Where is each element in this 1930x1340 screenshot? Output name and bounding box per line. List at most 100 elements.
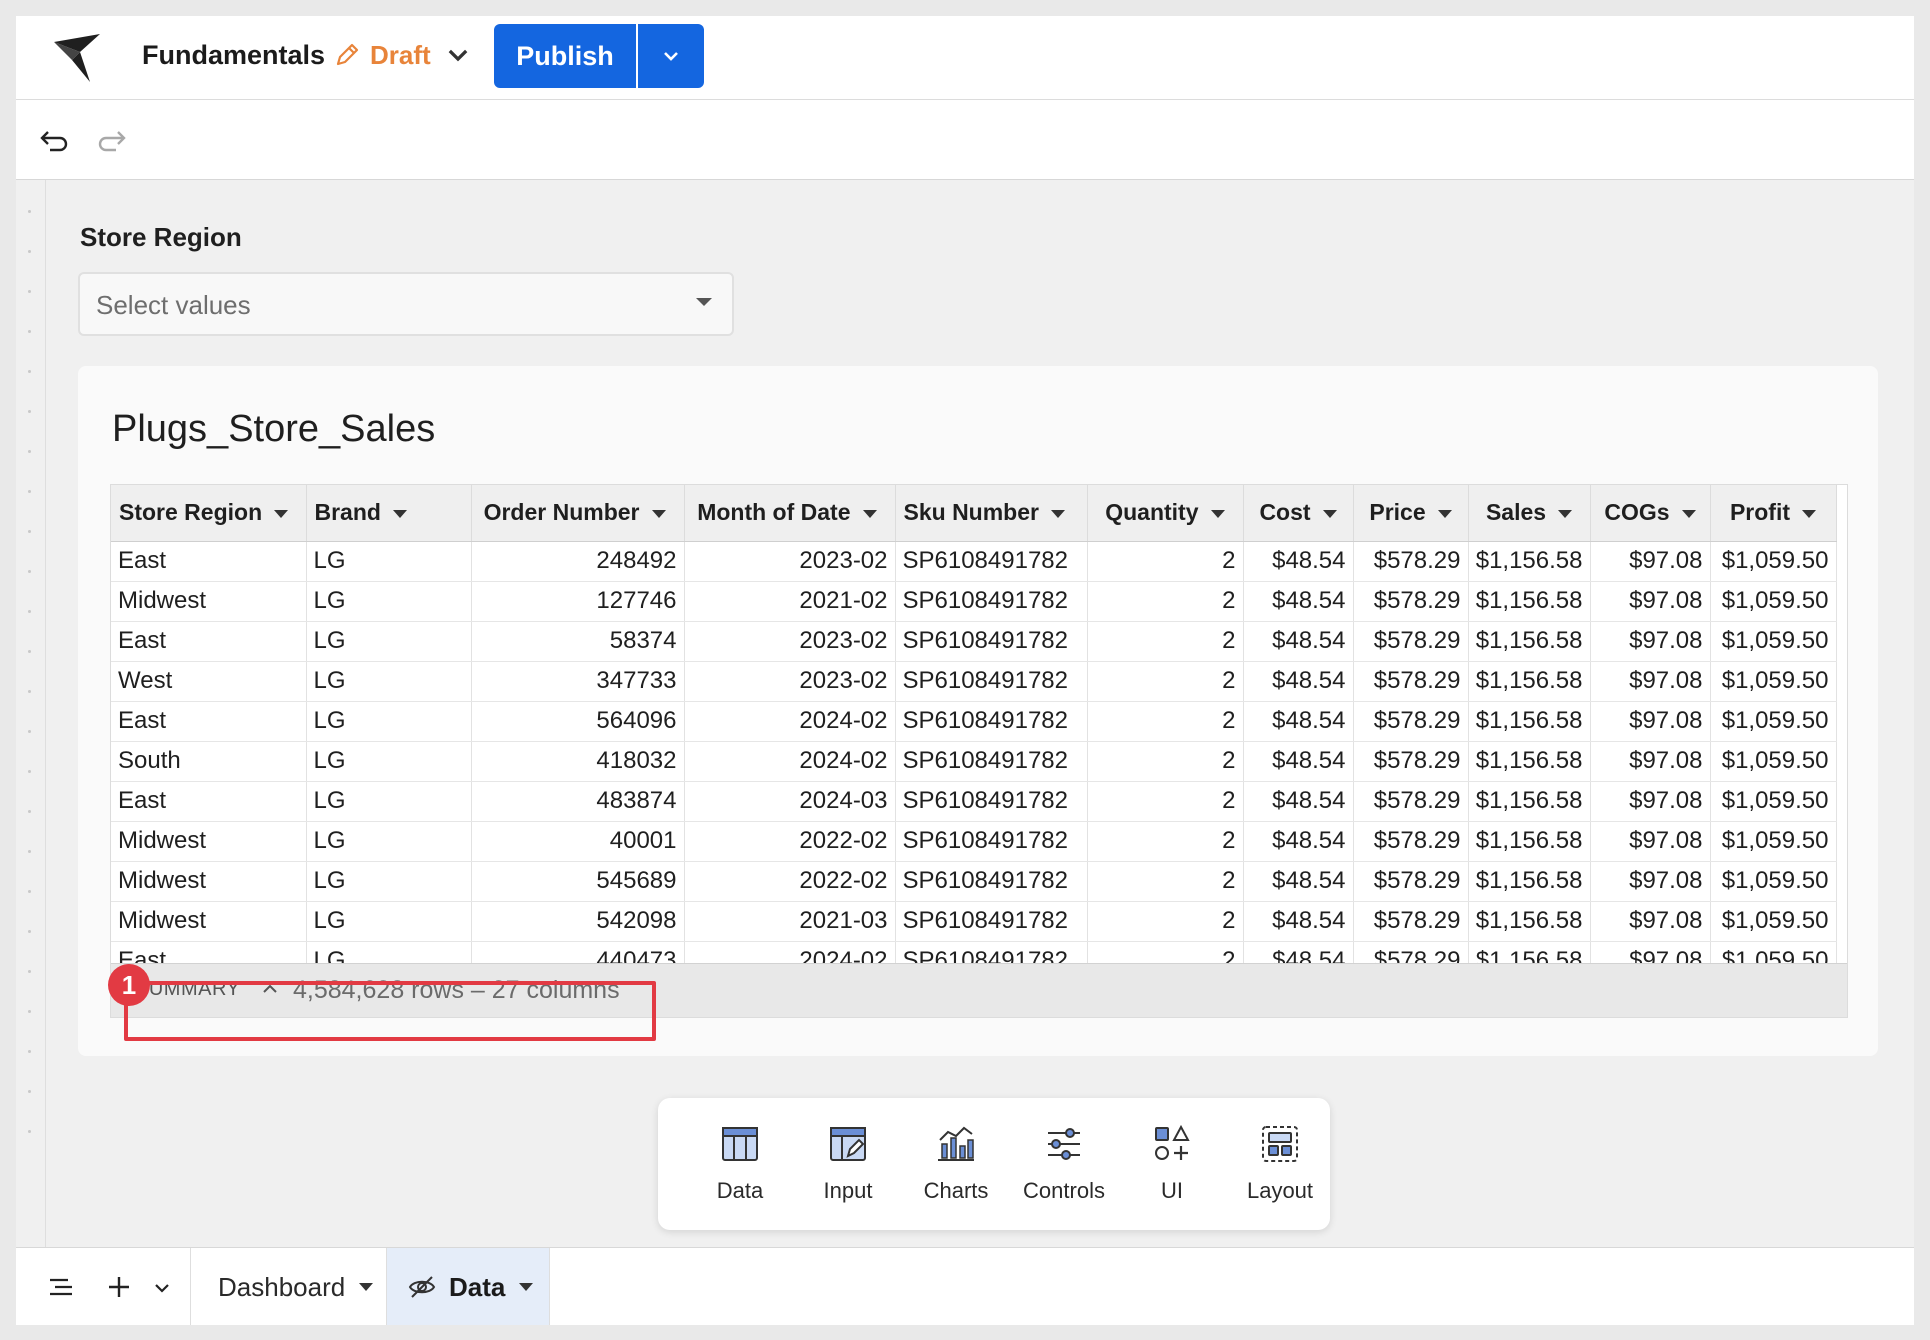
- table-cell[interactable]: SP6108491782: [895, 901, 1088, 942]
- table-cell[interactable]: 2021-03: [684, 901, 896, 942]
- workbook-title[interactable]: Fundamentals: [142, 40, 325, 71]
- table-cell[interactable]: 2024-02: [684, 701, 896, 742]
- table-cell[interactable]: $578.29: [1353, 821, 1469, 862]
- table-cell[interactable]: $48.54: [1243, 821, 1354, 862]
- redo-icon[interactable]: [94, 122, 128, 156]
- table-element[interactable]: Plugs_Store_Sales Store Region Brand Ord…: [78, 366, 1878, 1056]
- table-cell[interactable]: 418032: [471, 741, 685, 782]
- table-cell[interactable]: SP6108491782: [895, 581, 1088, 622]
- table-cell[interactable]: $1,156.58: [1468, 701, 1591, 742]
- table-cell[interactable]: $578.29: [1353, 621, 1469, 662]
- table-cell[interactable]: $578.29: [1353, 581, 1469, 622]
- table-cell[interactable]: West: [111, 661, 307, 702]
- table-cell[interactable]: 347733: [471, 661, 685, 702]
- caret-down-icon[interactable]: [519, 1283, 534, 1291]
- table-cell[interactable]: East: [111, 781, 307, 822]
- column-header[interactable]: Order Number: [471, 485, 685, 542]
- add-controls-button[interactable]: Controls: [1014, 1122, 1114, 1204]
- table-cell[interactable]: 2: [1087, 821, 1244, 862]
- table-cell[interactable]: 2024-02: [684, 741, 896, 782]
- table-cell[interactable]: $97.08: [1590, 621, 1711, 662]
- table-cell[interactable]: 2: [1087, 701, 1244, 742]
- table-cell[interactable]: $97.08: [1590, 541, 1711, 582]
- table-cell[interactable]: 2023-02: [684, 621, 896, 662]
- table-cell[interactable]: LG: [306, 661, 472, 702]
- table-cell[interactable]: $48.54: [1243, 781, 1354, 822]
- table-cell[interactable]: $578.29: [1353, 741, 1469, 782]
- table-title[interactable]: Plugs_Store_Sales: [112, 408, 435, 451]
- undo-icon[interactable]: [38, 122, 72, 156]
- table-cell[interactable]: LG: [306, 781, 472, 822]
- table-cell[interactable]: $97.08: [1590, 581, 1711, 622]
- add-charts-button[interactable]: Charts: [906, 1122, 1006, 1204]
- table-cell[interactable]: $1,059.50: [1710, 781, 1837, 822]
- table-cell[interactable]: $1,059.50: [1710, 821, 1837, 862]
- table-cell[interactable]: $1,156.58: [1468, 541, 1591, 582]
- table-cell[interactable]: 2022-02: [684, 861, 896, 902]
- table-cell[interactable]: $578.29: [1353, 781, 1469, 822]
- column-header[interactable]: Cost: [1243, 485, 1354, 542]
- table-cell[interactable]: Midwest: [111, 821, 307, 862]
- table-cell[interactable]: SP6108491782: [895, 621, 1088, 662]
- table-row[interactable]: Midwest LG 545689 2022-02 SP6108491782 2 $48.5…: [111, 861, 1837, 902]
- table-cell[interactable]: LG: [306, 861, 472, 902]
- table-cell[interactable]: $1,156.58: [1468, 781, 1591, 822]
- table-cell[interactable]: $1,059.50: [1710, 741, 1837, 782]
- table-cell[interactable]: LG: [306, 701, 472, 742]
- table-cell[interactable]: 545689: [471, 861, 685, 902]
- table-cell[interactable]: $1,059.50: [1710, 901, 1837, 942]
- table-row[interactable]: West LG 347733 2023-02 SP6108491782 2 $48.54 $5…: [111, 661, 1837, 702]
- table-row[interactable]: Midwest LG 127746 2021-02 SP6108491782 2 $48.5…: [111, 581, 1837, 622]
- table-cell[interactable]: LG: [306, 821, 472, 862]
- table-cell[interactable]: $97.08: [1590, 741, 1711, 782]
- publish-options-button[interactable]: [638, 24, 704, 88]
- table-cell[interactable]: 2021-02: [684, 581, 896, 622]
- table-cell[interactable]: South: [111, 741, 307, 782]
- table-cell[interactable]: 2: [1087, 581, 1244, 622]
- add-data-button[interactable]: Data: [690, 1122, 790, 1204]
- table-cell[interactable]: $1,059.50: [1710, 861, 1837, 902]
- column-header[interactable]: Quantity: [1087, 485, 1244, 542]
- tab-dashboard[interactable]: Dashboard: [192, 1248, 382, 1325]
- table-cell[interactable]: $97.08: [1590, 701, 1711, 742]
- table-cell[interactable]: LG: [306, 741, 472, 782]
- table-cell[interactable]: $48.54: [1243, 741, 1354, 782]
- table-cell[interactable]: $97.08: [1590, 821, 1711, 862]
- table-cell[interactable]: 2: [1087, 621, 1244, 662]
- table-cell[interactable]: $1,156.58: [1468, 901, 1591, 942]
- table-cell[interactable]: $1,156.58: [1468, 661, 1591, 702]
- table-cell[interactable]: $48.54: [1243, 701, 1354, 742]
- table-cell[interactable]: 2022-02: [684, 821, 896, 862]
- table-row[interactable]: Midwest LG 542098 2021-03 SP6108491782 2 $48.5…: [111, 901, 1837, 942]
- sigma-logo-icon[interactable]: [50, 30, 106, 86]
- table-cell[interactable]: LG: [306, 541, 472, 582]
- table-row[interactable]: East LG 58374 2023-02 SP6108491782 2 $48.54 $57…: [111, 621, 1837, 662]
- table-cell[interactable]: SP6108491782: [895, 541, 1088, 582]
- column-header[interactable]: Sku Number: [895, 485, 1088, 542]
- table-cell[interactable]: $48.54: [1243, 581, 1354, 622]
- table-cell[interactable]: 2: [1087, 901, 1244, 942]
- table-cell[interactable]: SP6108491782: [895, 661, 1088, 702]
- table-cell[interactable]: SP6108491782: [895, 741, 1088, 782]
- table-cell[interactable]: $578.29: [1353, 861, 1469, 902]
- table-cell[interactable]: $1,059.50: [1710, 661, 1837, 702]
- table-row[interactable]: East LG 483874 2024-03 SP6108491782 2 $48.54 $5…: [111, 781, 1837, 822]
- table-cell[interactable]: 248492: [471, 541, 685, 582]
- table-cell[interactable]: 2: [1087, 541, 1244, 582]
- table-cell[interactable]: $578.29: [1353, 541, 1469, 582]
- store-region-select[interactable]: Select values: [78, 272, 734, 336]
- table-cell[interactable]: 2023-02: [684, 541, 896, 582]
- table-cell[interactable]: $1,156.58: [1468, 861, 1591, 902]
- table-row[interactable]: South LG 418032 2024-02 SP6108491782 2 $48.54 $…: [111, 741, 1837, 782]
- add-page-icon[interactable]: [104, 1272, 134, 1302]
- table-cell[interactable]: $48.54: [1243, 661, 1354, 702]
- column-header[interactable]: Price: [1353, 485, 1469, 542]
- table-cell[interactable]: LG: [306, 581, 472, 622]
- table-row[interactable]: East LG 564096 2024-02 SP6108491782 2 $48.54 $5…: [111, 701, 1837, 742]
- table-cell[interactable]: Midwest: [111, 861, 307, 902]
- chevron-down-icon[interactable]: [150, 1276, 174, 1300]
- table-cell[interactable]: SP6108491782: [895, 821, 1088, 862]
- table-cell[interactable]: East: [111, 541, 307, 582]
- table-cell[interactable]: $1,156.58: [1468, 581, 1591, 622]
- table-cell[interactable]: $97.08: [1590, 901, 1711, 942]
